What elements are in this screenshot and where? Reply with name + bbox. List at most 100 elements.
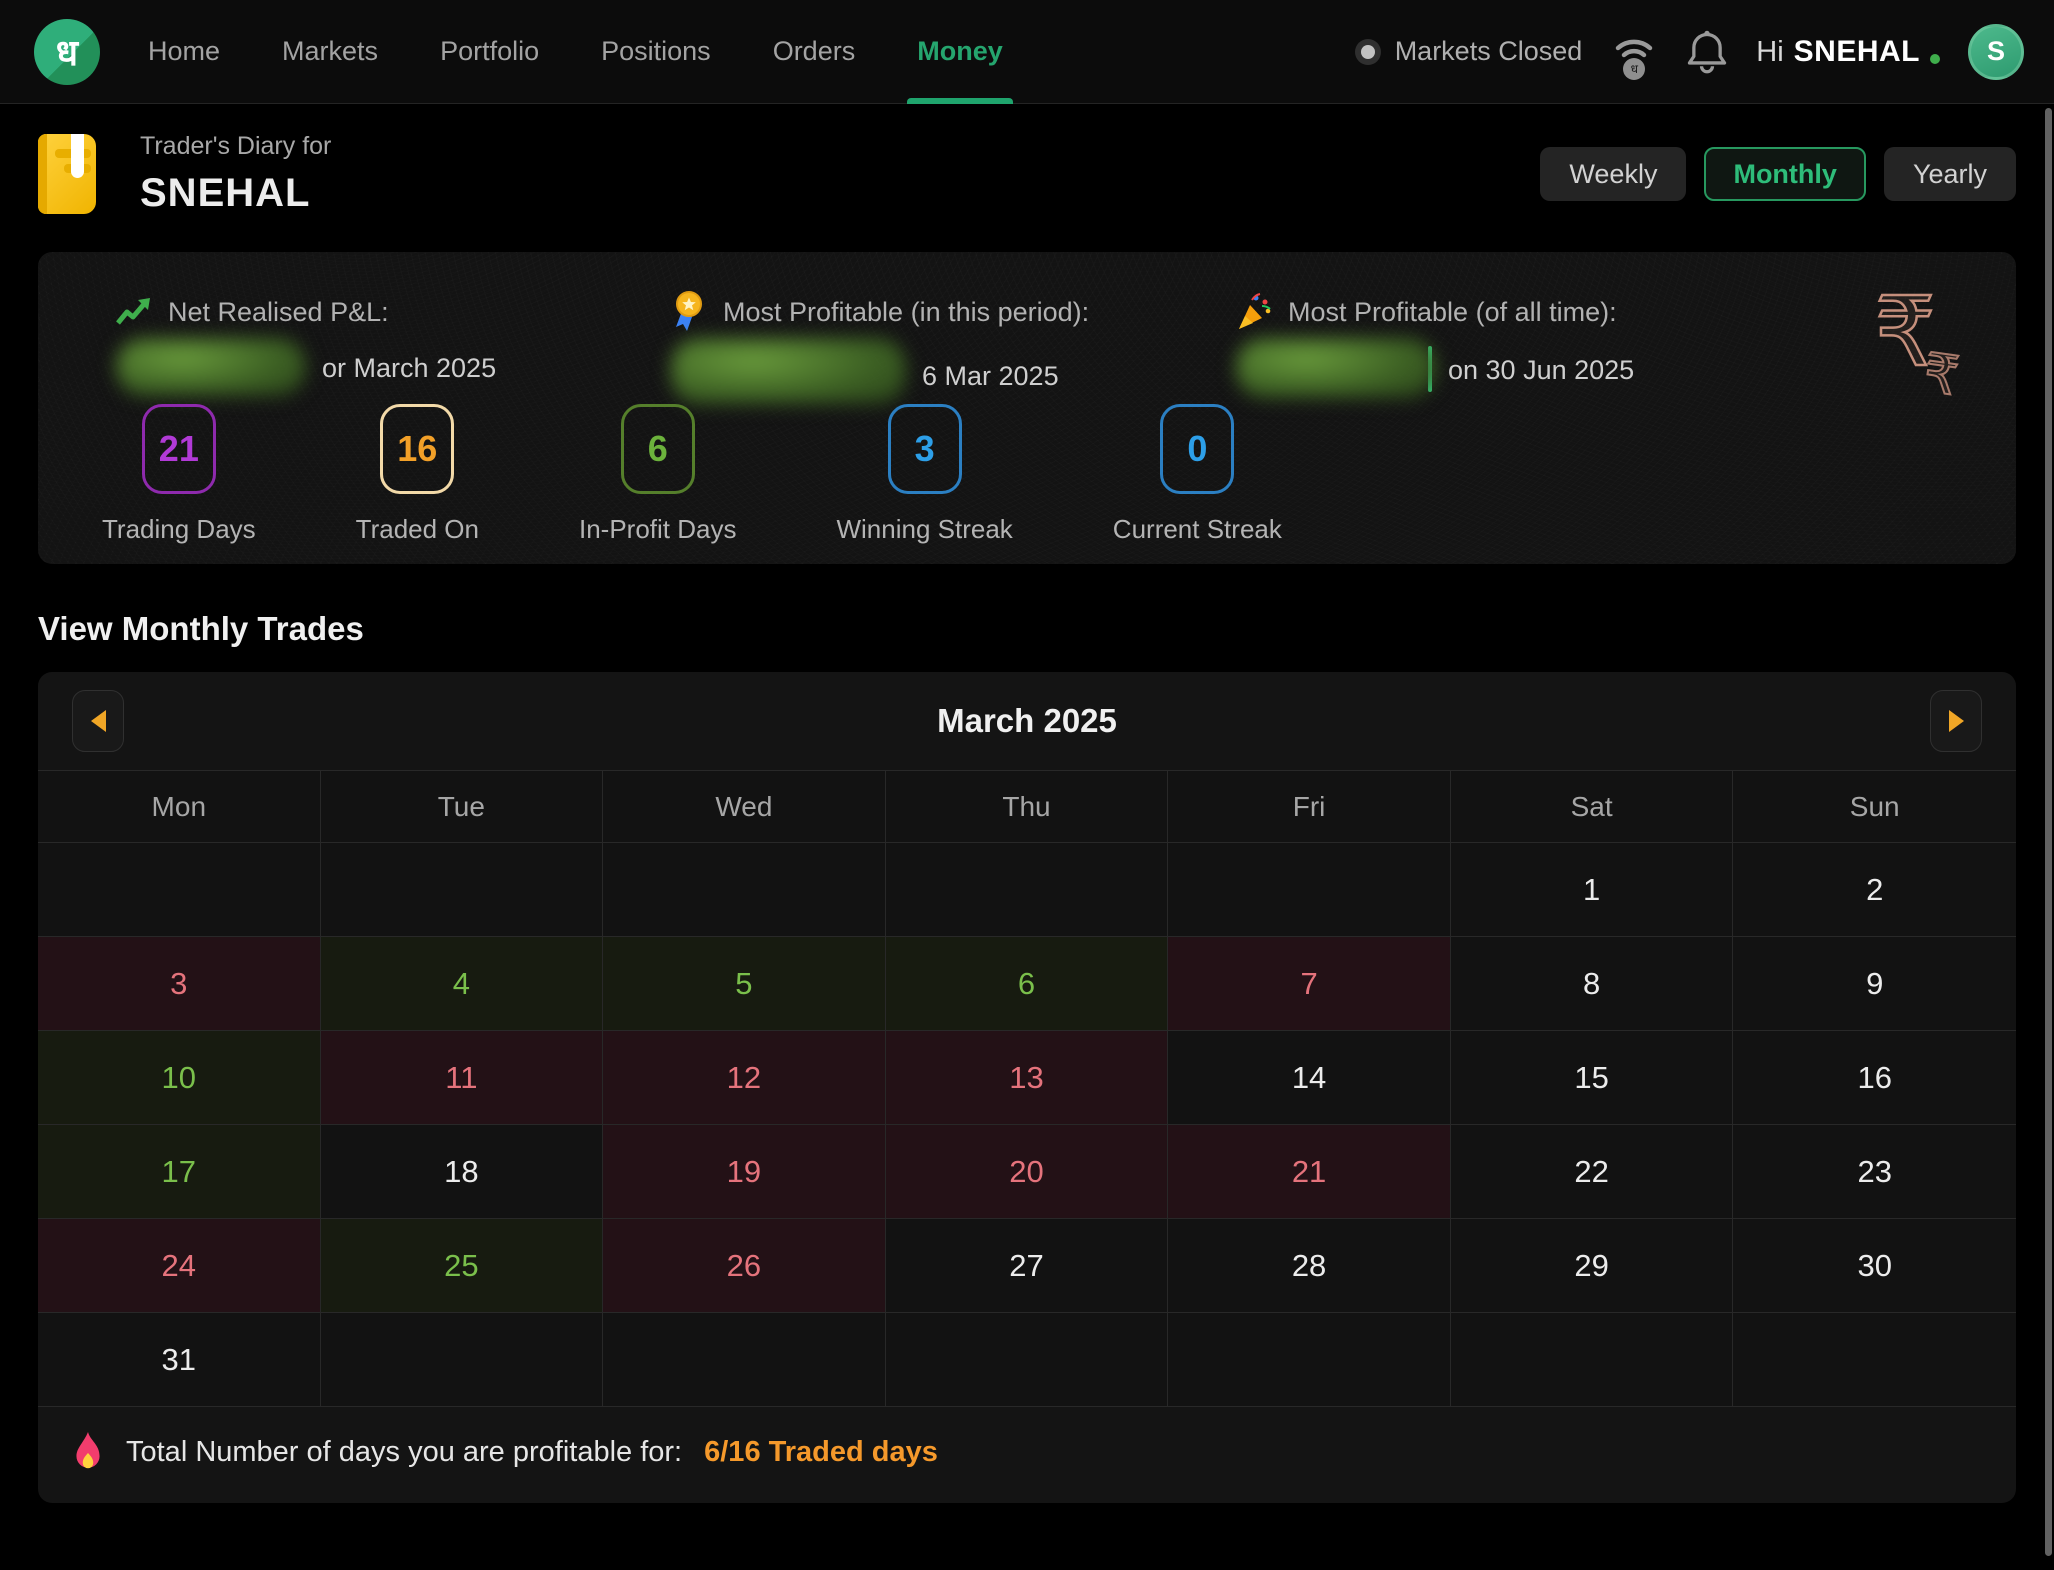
nav-item-positions[interactable]: Positions <box>601 0 711 104</box>
summary-item: Most Profitable (in this period): 6 Mar 2… <box>671 292 1089 404</box>
calendar-empty-cell <box>321 1313 604 1407</box>
market-status: Markets Closed <box>1355 36 1583 67</box>
nav-item-home[interactable]: Home <box>148 0 220 104</box>
logo-glyph: ध <box>56 27 78 76</box>
online-dot-icon <box>1930 54 1940 64</box>
calendar-day-cell[interactable]: 11 <box>321 1031 604 1125</box>
calendar-day-cell[interactable]: 3 <box>38 937 321 1031</box>
summary-item: Most Profitable (of all time): on 30 Jun … <box>1236 292 1634 398</box>
calendar-card: March 2025 MonTueWedThuFriSatSun12345678… <box>38 672 2016 1503</box>
nav-item-markets[interactable]: Markets <box>282 0 378 104</box>
scrollbar[interactable] <box>2045 108 2052 1556</box>
chevron-left-icon <box>91 710 106 732</box>
calendar-day-cell[interactable]: 4 <box>321 937 604 1031</box>
chevron-right-icon <box>1949 710 1964 732</box>
summary-item-label-row: Most Profitable (of all time): <box>1236 292 1634 332</box>
calendar-day-cell[interactable]: 26 <box>603 1219 886 1313</box>
calendar-day-cell[interactable]: 27 <box>886 1219 1169 1313</box>
calendar-day-cell[interactable]: 12 <box>603 1031 886 1125</box>
calendar-day-cell[interactable]: 17 <box>38 1125 321 1219</box>
calendar-day-cell[interactable]: 15 <box>1451 1031 1734 1125</box>
notifications-bell-icon[interactable] <box>1686 29 1728 75</box>
nav-item-orders[interactable]: Orders <box>773 0 856 104</box>
summary-item-date: or March 2025 <box>306 353 496 396</box>
calendar-day-cell[interactable]: 5 <box>603 937 886 1031</box>
avatar[interactable]: S <box>1968 24 2024 80</box>
stat-value-badge: 0 <box>1160 404 1234 494</box>
stat-label: Traded On <box>356 514 479 545</box>
blurred-value <box>671 338 906 404</box>
calendar-empty-cell <box>1733 1313 2016 1407</box>
stat-traded-on: 16 Traded On <box>356 404 479 545</box>
summary-item-label-row: Most Profitable (in this period): <box>671 292 1089 332</box>
summary-item-value-row: 6 Mar 2025 <box>671 342 1089 404</box>
calendar-day-header: Fri <box>1168 771 1451 843</box>
main-content: Trader's Diary for SNEHAL Weekly Monthly Y… <box>0 132 2054 1503</box>
calendar-day-cell[interactable]: 31 <box>38 1313 321 1407</box>
calendar-day-cell[interactable]: 25 <box>321 1219 604 1313</box>
tab-weekly[interactable]: Weekly <box>1540 147 1686 201</box>
tab-monthly[interactable]: Monthly <box>1704 147 1865 201</box>
greeting-hi: Hi <box>1756 36 1783 69</box>
summary-item-date: 6 Mar 2025 <box>906 361 1059 404</box>
stat-label: Trading Days <box>102 514 256 545</box>
calendar-empty-cell <box>886 1313 1169 1407</box>
calendar-footer: Total Number of days you are profitable … <box>38 1407 2016 1503</box>
stat-trading-days: 21Trading Days <box>102 404 256 545</box>
wifi-dhan-badge: ध <box>1623 58 1645 80</box>
chart-increasing-icon <box>116 292 152 332</box>
calendar-day-cell[interactable]: 6 <box>886 937 1169 1031</box>
footer-highlight: 6/16 Traded days <box>704 1436 938 1469</box>
tab-yearly[interactable]: Yearly <box>1884 147 2016 201</box>
nav-item-money[interactable]: Money <box>917 0 1003 104</box>
calendar-day-cell[interactable]: 8 <box>1451 937 1734 1031</box>
summary-item-label: Net Realised P&L: <box>168 297 389 328</box>
calendar-day-cell[interactable]: 28 <box>1168 1219 1451 1313</box>
calendar-day-cell[interactable]: 2 <box>1733 843 2016 937</box>
calendar-day-cell[interactable]: 22 <box>1451 1125 1734 1219</box>
calendar-day-header: Thu <box>886 771 1169 843</box>
stat-label: Winning Streak <box>836 514 1012 545</box>
calendar-day-cell[interactable]: 19 <box>603 1125 886 1219</box>
calendar-day-cell[interactable]: 29 <box>1451 1219 1734 1313</box>
diary-icon <box>38 134 96 214</box>
stat-value-badge: 6 <box>621 404 695 494</box>
market-status-label: Markets Closed <box>1395 36 1583 67</box>
diary-header: Trader's Diary for SNEHAL Weekly Monthly Y… <box>38 132 2016 216</box>
calendar-day-cell[interactable]: 21 <box>1168 1125 1451 1219</box>
prev-month-button[interactable] <box>72 690 124 752</box>
stat-value-badge: 16 <box>380 404 454 494</box>
calendar-empty-cell <box>603 1313 886 1407</box>
calendar-day-cell[interactable]: 30 <box>1733 1219 2016 1313</box>
summary-item-label: Most Profitable (of all time): <box>1288 297 1617 328</box>
stat-winning-streak: 3Winning Streak <box>836 404 1012 545</box>
nav-item-portfolio[interactable]: Portfolio <box>440 0 539 104</box>
summary-item-value-row: or March 2025 <box>116 342 496 396</box>
user-greeting: Hi SNEHAL <box>1756 35 1940 69</box>
summary-item-label: Most Profitable (in this period): <box>723 297 1089 328</box>
next-month-button[interactable] <box>1930 690 1982 752</box>
calendar-empty-cell <box>886 843 1169 937</box>
summary-item-label-row: Net Realised P&L: <box>116 292 496 332</box>
medal-icon <box>671 292 707 332</box>
stat-label: In-Profit Days <box>579 514 737 545</box>
dhan-logo-icon[interactable]: ध <box>34 19 100 85</box>
calendar-day-cell[interactable]: 10 <box>38 1031 321 1125</box>
calendar-day-cell[interactable]: 13 <box>886 1031 1169 1125</box>
calendar-day-cell[interactable]: 9 <box>1733 937 2016 1031</box>
calendar-day-cell[interactable]: 1 <box>1451 843 1734 937</box>
calendar-day-cell[interactable]: 14 <box>1168 1031 1451 1125</box>
calendar-day-cell[interactable]: 7 <box>1168 937 1451 1031</box>
calendar-day-cell[interactable]: 24 <box>38 1219 321 1313</box>
blurred-value <box>116 338 306 396</box>
calendar-day-cell[interactable]: 18 <box>321 1125 604 1219</box>
diary-subtitle: Trader's Diary for <box>140 132 331 161</box>
calendar-day-cell[interactable]: 23 <box>1733 1125 2016 1219</box>
summary-item-date: on 30 Jun 2025 <box>1432 355 1634 398</box>
stat-badges: 21Trading Days 16 Traded On 6 In-Profit Days… <box>102 404 1282 545</box>
diary-titles: Trader's Diary for SNEHAL <box>140 132 331 216</box>
wifi-icon[interactable]: ध <box>1610 28 1658 76</box>
calendar-day-cell[interactable]: 20 <box>886 1125 1169 1219</box>
rupee-watermark-icon: ₹₹ <box>1875 276 1958 388</box>
calendar-day-cell[interactable]: 16 <box>1733 1031 2016 1125</box>
